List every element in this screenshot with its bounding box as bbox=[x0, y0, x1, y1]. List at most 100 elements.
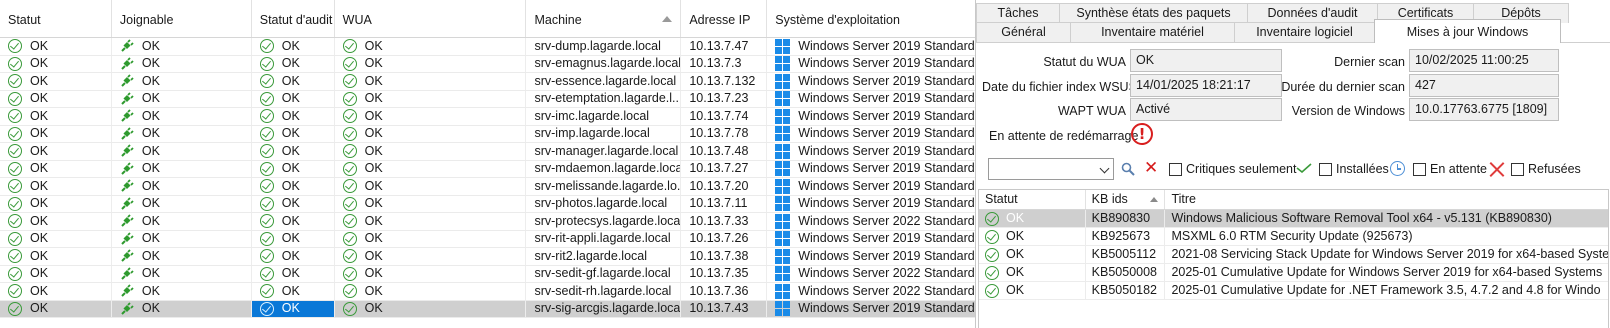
table-row[interactable]: OK OK OK OK srv-essence.lagarde.local 10.13.7… bbox=[0, 73, 979, 91]
en-attente-label: En attente bbox=[1430, 162, 1487, 176]
joignable-cell: OK bbox=[112, 300, 252, 317]
table-row[interactable]: OK OK OK OK srv-rit2.lagarde.local 10.13.7.38… bbox=[0, 248, 979, 266]
table-row[interactable]: OK OK OK OK srv-sedit-rh.lagarde.local 10.13.… bbox=[0, 283, 979, 301]
statut-cell: OK bbox=[0, 73, 112, 90]
column-header-machine[interactable]: Machine bbox=[526, 0, 682, 37]
plug-icon bbox=[121, 109, 134, 122]
table-row[interactable]: OK OK OK OK srv-sig-arcgis.lagarde.local 10.1… bbox=[0, 300, 979, 318]
table-row[interactable]: OK OK OK OK srv-mdaemon.lagarde.local 10.13.7… bbox=[0, 160, 979, 178]
audit-cell: OK bbox=[252, 178, 335, 195]
table-row[interactable]: OK OK OK OK srv-rit-appli.lagarde.local 10.13… bbox=[0, 230, 979, 248]
joignable-cell: OK bbox=[112, 283, 252, 300]
audit-cell: OK bbox=[252, 213, 335, 230]
audit-text: OK bbox=[281, 108, 300, 123]
duree-scan-field: 427 bbox=[1409, 74, 1559, 97]
os-cell: Windows Server 2019 Standard bbox=[767, 56, 979, 73]
joignable-cell: OK bbox=[112, 195, 252, 212]
updates-column-kb[interactable]: KB ids bbox=[1086, 190, 1166, 209]
audit-text: OK bbox=[281, 231, 300, 245]
plug-icon bbox=[121, 57, 134, 70]
windows-logo-icon bbox=[775, 301, 791, 317]
tab-row-2: Général Inventaire matériel Inventaire l… bbox=[976, 19, 1561, 43]
search-icon[interactable] bbox=[1121, 162, 1135, 176]
update-statut-cell: OK bbox=[979, 282, 1086, 299]
os-text: Windows Server 2019 Standard bbox=[798, 196, 975, 210]
ok-status-icon bbox=[8, 301, 22, 316]
column-header-os[interactable]: Système d'exploitation bbox=[767, 0, 979, 37]
audit-text: OK bbox=[281, 248, 300, 263]
en-attente-checkbox[interactable] bbox=[1413, 163, 1426, 176]
table-row[interactable]: OK OK OK OK srv-manager.lagarde.local 10.13.7… bbox=[0, 143, 979, 161]
table-row[interactable]: OK OK OK OK srv-photos.lagarde.local 10.13.7.… bbox=[0, 195, 979, 213]
column-header-wua[interactable]: WUA bbox=[335, 0, 527, 37]
ok-status-icon bbox=[259, 161, 274, 176]
wua-text: OK bbox=[364, 248, 383, 263]
machine-cell: srv-rit2.lagarde.local bbox=[526, 248, 682, 265]
audit-text: OK bbox=[281, 38, 300, 53]
plug-icon bbox=[121, 144, 134, 157]
tab-donnees-audit[interactable]: Données d'audit bbox=[1247, 3, 1378, 23]
tab-synthese-paquets[interactable]: Synthèse états des paquets bbox=[1059, 3, 1248, 23]
wua-cell: OK bbox=[335, 143, 527, 160]
critiques-checkbox[interactable] bbox=[1169, 163, 1182, 176]
joignable-cell: OK bbox=[112, 90, 252, 107]
refusees-checkbox[interactable] bbox=[1511, 163, 1524, 176]
column-header-statut-audit[interactable]: Statut d'audit bbox=[252, 0, 335, 37]
table-row[interactable]: OK OK OK OK srv-dump.lagarde.local 10.13.7.47… bbox=[0, 38, 979, 56]
column-header-statut[interactable]: Statut bbox=[0, 0, 112, 37]
statut-cell: OK bbox=[0, 160, 112, 177]
machine-cell: srv-rit-appli.lagarde.local bbox=[526, 230, 682, 247]
tab-inventaire-materiel[interactable]: Inventaire matériel bbox=[1070, 22, 1235, 42]
wua-cell: OK bbox=[335, 38, 527, 55]
joignable-text: OK bbox=[141, 126, 160, 140]
column-header-adresse-ip[interactable]: Adresse IP bbox=[681, 0, 768, 37]
table-row[interactable]: OK OK OK OK srv-emagnus.lagarde.local 10.13.7… bbox=[0, 55, 979, 73]
table-row[interactable]: OK OK OK OK srv-imp.lagarde.local 10.13.7.78 W… bbox=[0, 125, 979, 143]
updates-column-titre[interactable]: Titre bbox=[1165, 190, 1608, 209]
table-row[interactable]: OK OK OK OK srv-sedit-gf.lagarde.local 10.13.… bbox=[0, 265, 979, 283]
os-cell: Windows Server 2019 Standard bbox=[767, 126, 979, 143]
installees-checkbox[interactable] bbox=[1319, 163, 1332, 176]
tab-inventaire-logiciel[interactable]: Inventaire logiciel bbox=[1234, 22, 1375, 42]
tab-general[interactable]: Général bbox=[976, 22, 1071, 42]
table-row[interactable]: OK KB890830 Windows Malicious Software Rem… bbox=[979, 210, 1608, 228]
statut-text: OK bbox=[30, 283, 49, 298]
audit-cell: OK bbox=[252, 230, 335, 247]
tab-mises-a-jour-windows[interactable]: Mises à jour Windows bbox=[1374, 19, 1561, 43]
updates-column-statut[interactable]: Statut bbox=[979, 190, 1086, 209]
os-text: Windows Server 2019 Standard bbox=[798, 108, 975, 123]
audit-text: OK bbox=[281, 73, 300, 88]
table-row[interactable]: OK KB5050182 2025-01 Cumulative Update for… bbox=[979, 282, 1608, 300]
table-row[interactable]: OK OK OK OK srv-melissande.lagarde.lo... 10.1… bbox=[0, 178, 979, 196]
column-header-joignable[interactable]: Joignable bbox=[112, 0, 252, 37]
ok-status-icon bbox=[985, 247, 999, 262]
updates-grid[interactable]: Statut KB ids Titre OK KB890830 Windows Ma… bbox=[978, 189, 1609, 328]
table-row[interactable]: OK KB5005112 2021-08 Servicing Stack Updat… bbox=[979, 246, 1608, 264]
audit-text: OK bbox=[281, 301, 300, 315]
audit-cell: OK bbox=[252, 90, 335, 107]
table-row[interactable]: OK OK OK OK srv-etemptation.lagarde.l... 10.1… bbox=[0, 90, 979, 108]
statut-text: OK bbox=[30, 196, 49, 210]
ip-cell: 10.13.7.43 bbox=[681, 300, 768, 317]
ok-status-icon bbox=[8, 109, 22, 124]
os-text: Windows Server 2019 Standard bbox=[798, 73, 975, 88]
clear-filter-icon[interactable]: ✕ bbox=[1144, 160, 1158, 177]
windows-logo-icon bbox=[775, 56, 791, 72]
windows-logo-icon bbox=[775, 126, 791, 142]
os-cell: Windows Server 2019 Standard bbox=[767, 178, 979, 195]
os-cell: Windows Server 2019 Standard bbox=[767, 38, 979, 55]
table-row[interactable]: OK OK OK OK srv-protecsys.lagarde.local 10.13… bbox=[0, 213, 979, 231]
machines-grid[interactable]: Statut Joignable Statut d'audit WUA Mach… bbox=[0, 0, 980, 328]
wapt-wua-label: WAPT WUA bbox=[1057, 104, 1126, 118]
statut-cell: OK bbox=[0, 55, 112, 72]
table-row[interactable]: OK KB5050008 2025-01 Cumulative Update for… bbox=[979, 264, 1608, 282]
machine-cell: srv-sedit-gf.lagarde.local bbox=[526, 265, 682, 282]
ok-status-icon bbox=[259, 301, 274, 316]
filter-dropdown[interactable] bbox=[988, 158, 1114, 180]
os-text: Windows Server 2019 Standard bbox=[798, 91, 975, 105]
table-row[interactable]: OK KB925673 MSXML 6.0 RTM Security Update … bbox=[979, 228, 1608, 246]
ip-cell: 10.13.7.47 bbox=[681, 38, 768, 55]
version-windows-label: Version de Windows bbox=[1291, 104, 1405, 118]
tab-taches[interactable]: Tâches bbox=[976, 3, 1060, 23]
table-row[interactable]: OK OK OK OK srv-imc.lagarde.local 10.13.7.74 W… bbox=[0, 108, 979, 126]
